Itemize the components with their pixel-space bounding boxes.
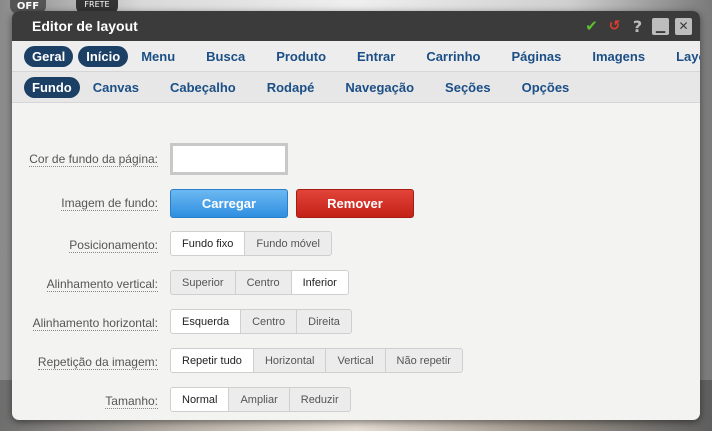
size-selector: Normal Ampliar Reduzir [170, 387, 351, 412]
main-nav-tab-4[interactable]: Produto [268, 46, 334, 67]
repeat-option[interactable]: Repetir tudo [171, 349, 254, 372]
main-nav-tab-2[interactable]: Menu [133, 46, 183, 67]
sub-nav: Fundo Canvas Cabeçalho Rodapé Navegação Seçõe… [12, 72, 700, 103]
window-title: Editor de layout [32, 18, 138, 34]
sub-nav-tab-4[interactable]: Navegação [337, 77, 422, 98]
halign-selector: Esquerda Centro Direita [170, 309, 352, 334]
halign-option[interactable]: Centro [241, 310, 298, 333]
bg-color-label: Cor de fundo da página: [29, 152, 158, 167]
sub-nav-tab-2[interactable]: Cabeçalho [162, 77, 244, 98]
main-nav: Geral Início Menu Busca Produto Entrar Carrinh… [12, 41, 700, 72]
valign-option[interactable]: Inferior [291, 271, 348, 294]
position-selector: Fundo fixo Fundo móvel [170, 231, 332, 256]
main-nav-tab-0[interactable]: Geral [24, 45, 74, 67]
position-option[interactable]: Fundo fixo [171, 232, 246, 255]
help-icon[interactable]: ? [629, 17, 646, 36]
valign-option[interactable]: Centro [236, 271, 292, 294]
position-label: Posicionamento: [69, 238, 158, 253]
size-option[interactable]: Ampliar [229, 388, 290, 411]
halign-label: Alinhamento horizontal: [32, 316, 158, 331]
main-nav-tab-6[interactable]: Carrinho [418, 46, 488, 67]
main-nav-tab-7[interactable]: Páginas [503, 46, 569, 67]
bg-color-picker[interactable] [170, 143, 288, 175]
valign-label: Alinhamento vertical: [46, 277, 158, 292]
sub-nav-tab-1[interactable]: Canvas [85, 77, 147, 98]
main-nav-tab-9[interactable]: Layout [668, 46, 700, 67]
titlebar: Editor de layout ✔ ↺ ? ▁ ✕ [12, 11, 700, 41]
size-option[interactable]: Reduzir [290, 388, 350, 411]
sub-nav-tab-6[interactable]: Opções [514, 77, 578, 98]
size-label: Tamanho: [105, 394, 158, 409]
repeat-option[interactable]: Não repetir [386, 349, 462, 372]
main-nav-tab-1[interactable]: Início [78, 45, 129, 67]
close-icon[interactable]: ✕ [675, 17, 692, 35]
position-option[interactable]: Fundo móvel [245, 232, 331, 255]
repeat-option[interactable]: Vertical [326, 349, 386, 372]
size-option[interactable]: Normal [171, 388, 230, 411]
halign-option[interactable]: Esquerda [171, 310, 242, 333]
valign-option[interactable]: Superior [171, 271, 236, 294]
sub-nav-tab-5[interactable]: Seções [437, 77, 499, 98]
repeat-label: Repetição da imagem: [37, 355, 158, 370]
main-nav-tab-3[interactable]: Busca [198, 46, 253, 67]
sub-nav-tab-3[interactable]: Rodapé [259, 77, 323, 98]
repeat-selector: Repetir tudo Horizontal Vertical Não repeti… [170, 348, 463, 373]
main-nav-tab-5[interactable]: Entrar [349, 46, 403, 67]
remove-button[interactable]: Remover [296, 189, 414, 218]
main-nav-tab-8[interactable]: Imagens [584, 46, 653, 67]
valign-selector: Superior Centro Inferior [170, 270, 349, 295]
minimize-icon[interactable]: ▁ [652, 17, 669, 35]
repeat-option[interactable]: Horizontal [254, 349, 327, 372]
halign-option[interactable]: Direita [297, 310, 351, 333]
undo-icon[interactable]: ↺ [606, 18, 623, 35]
layout-editor-dialog: Editor de layout ✔ ↺ ? ▁ ✕ Geral Início Me… [12, 11, 700, 420]
upload-button[interactable]: Carregar [170, 189, 288, 218]
sub-nav-tab-0[interactable]: Fundo [24, 76, 80, 98]
bg-image-label: Imagem de fundo: [61, 196, 158, 211]
confirm-check-icon[interactable]: ✔ [583, 17, 600, 35]
